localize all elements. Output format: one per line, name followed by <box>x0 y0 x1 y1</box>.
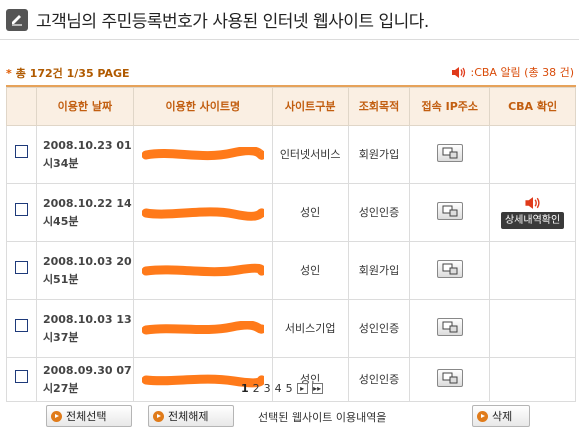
summary-row: * 총 172건 1/35 PAGE :CBA 알림 (총 38 건) <box>6 64 576 80</box>
page-link-5[interactable]: 5 <box>286 382 293 395</box>
row-cba-cell <box>489 125 576 184</box>
row-cba-cell <box>489 299 576 358</box>
pagination: 1 2 3 4 5 ▸ ▸▸ <box>241 382 323 395</box>
row-category: 성인 <box>271 183 349 242</box>
table-row: 2008.10.22 14시45분 성인 성인인증 상세내역확인 <box>6 183 576 242</box>
speaker-icon <box>525 197 540 209</box>
col-header-cba: CBA 확인 <box>489 87 576 126</box>
select-all-button[interactable]: 전체선택 <box>46 405 132 427</box>
row-cba-cell: 상세내역확인 <box>489 183 576 242</box>
col-header-category: 사이트구분 <box>271 87 349 126</box>
row-checkbox[interactable] <box>14 370 28 383</box>
row-checkbox[interactable] <box>14 261 28 274</box>
row-purpose: 회원가입 <box>347 125 411 184</box>
row-site-redacted <box>132 125 273 184</box>
deselect-all-button[interactable]: 전체해제 <box>148 405 234 427</box>
row-cba-cell <box>489 357 576 402</box>
row-purpose: 성인인증 <box>347 183 411 242</box>
cba-alert: :CBA 알림 (총 38 건) <box>451 64 574 80</box>
next-page-icon[interactable]: ▸ <box>296 383 308 394</box>
col-header-ip: 접속 IP주소 <box>409 87 491 126</box>
record-count: * 총 172건 1/35 PAGE <box>6 67 130 80</box>
selection-description: 선택된 웹사이트 이용내역을 <box>258 411 387 424</box>
page-link-1[interactable]: 1 <box>241 382 249 395</box>
delete-button[interactable]: 삭제 <box>472 405 530 427</box>
row-checkbox[interactable] <box>14 145 28 158</box>
monitor-icon <box>442 372 458 384</box>
page-link-2[interactable]: 2 <box>253 382 260 395</box>
row-purpose: 회원가입 <box>347 241 411 300</box>
monitor-icon <box>442 147 458 159</box>
row-purpose: 성인인증 <box>347 299 411 358</box>
col-header-check <box>6 87 37 126</box>
row-date: 2008.10.03 13시37분 <box>35 299 134 358</box>
table-row: 2008.10.03 20시51분 성인 회원가입 <box>6 241 576 300</box>
monitor-icon <box>442 263 458 275</box>
ip-lookup-button[interactable] <box>436 144 463 162</box>
page-link-3[interactable]: 3 <box>264 382 271 395</box>
monitor-icon <box>442 321 458 333</box>
deselect-all-label: 전체해제 <box>168 410 209 423</box>
col-header-purpose: 조회목적 <box>347 87 411 126</box>
table-header-row: 이용한 날짜 이용한 사이트명 사이트구분 조회목적 접속 IP주소 CBA 확… <box>6 87 576 126</box>
footer-actions: 전체선택 전체해제 선택된 웹사이트 이용내역을 삭제 <box>0 405 579 431</box>
ip-lookup-button[interactable] <box>436 260 463 278</box>
row-category: 인터넷서비스 <box>271 125 349 184</box>
select-all-label: 전체선택 <box>66 410 107 423</box>
arrow-icon <box>153 410 164 422</box>
last-page-icon[interactable]: ▸▸ <box>311 383 323 394</box>
table-row: 2008.10.23 01시34분 인터넷서비스 회원가입 <box>6 125 576 184</box>
col-header-site: 이용한 사이트명 <box>132 87 273 126</box>
page-link-4[interactable]: 4 <box>275 382 282 395</box>
edit-icon <box>6 8 28 31</box>
speaker-icon <box>452 66 466 78</box>
row-date: 2008.10.03 20시51분 <box>35 241 134 300</box>
ip-lookup-button[interactable] <box>436 318 463 336</box>
row-date: 2008.10.22 14시45분 <box>35 183 134 242</box>
row-site-redacted <box>132 183 273 242</box>
ip-lookup-button[interactable] <box>436 202 463 220</box>
history-table: 이용한 날짜 이용한 사이트명 사이트구분 조회목적 접속 IP주소 CBA 확… <box>6 85 576 402</box>
row-checkbox[interactable] <box>14 203 28 216</box>
cba-detail-button[interactable]: 상세내역확인 <box>500 212 565 229</box>
row-category: 서비스기업 <box>271 299 349 358</box>
arrow-icon <box>51 410 62 422</box>
col-header-date: 이용한 날짜 <box>35 87 134 126</box>
row-cba-cell <box>489 241 576 300</box>
page-title: 고객님의 주민등록번호가 사용된 인터넷 웹사이트 입니다. <box>36 12 429 32</box>
ip-lookup-button[interactable] <box>436 369 463 387</box>
row-date: 2008.10.23 01시34분 <box>35 125 134 184</box>
delete-label: 삭제 <box>492 410 513 423</box>
page-header: 고객님의 주민등록번호가 사용된 인터넷 웹사이트 입니다. <box>0 0 579 40</box>
table-row: 2008.10.03 13시37분 서비스기업 성인인증 <box>6 299 576 358</box>
row-site-redacted <box>132 241 273 300</box>
row-checkbox[interactable] <box>14 319 28 332</box>
arrow-icon <box>477 410 488 422</box>
row-site-redacted <box>132 299 273 358</box>
row-category: 성인 <box>271 241 349 300</box>
record-count-text: 총 172건 1/35 PAGE <box>15 67 130 80</box>
cba-alert-text: :CBA 알림 (총 38 건) <box>470 66 574 79</box>
row-purpose: 성인인증 <box>347 357 411 402</box>
monitor-icon <box>442 205 458 217</box>
row-date: 2008.09.30 07시27분 <box>35 357 134 402</box>
